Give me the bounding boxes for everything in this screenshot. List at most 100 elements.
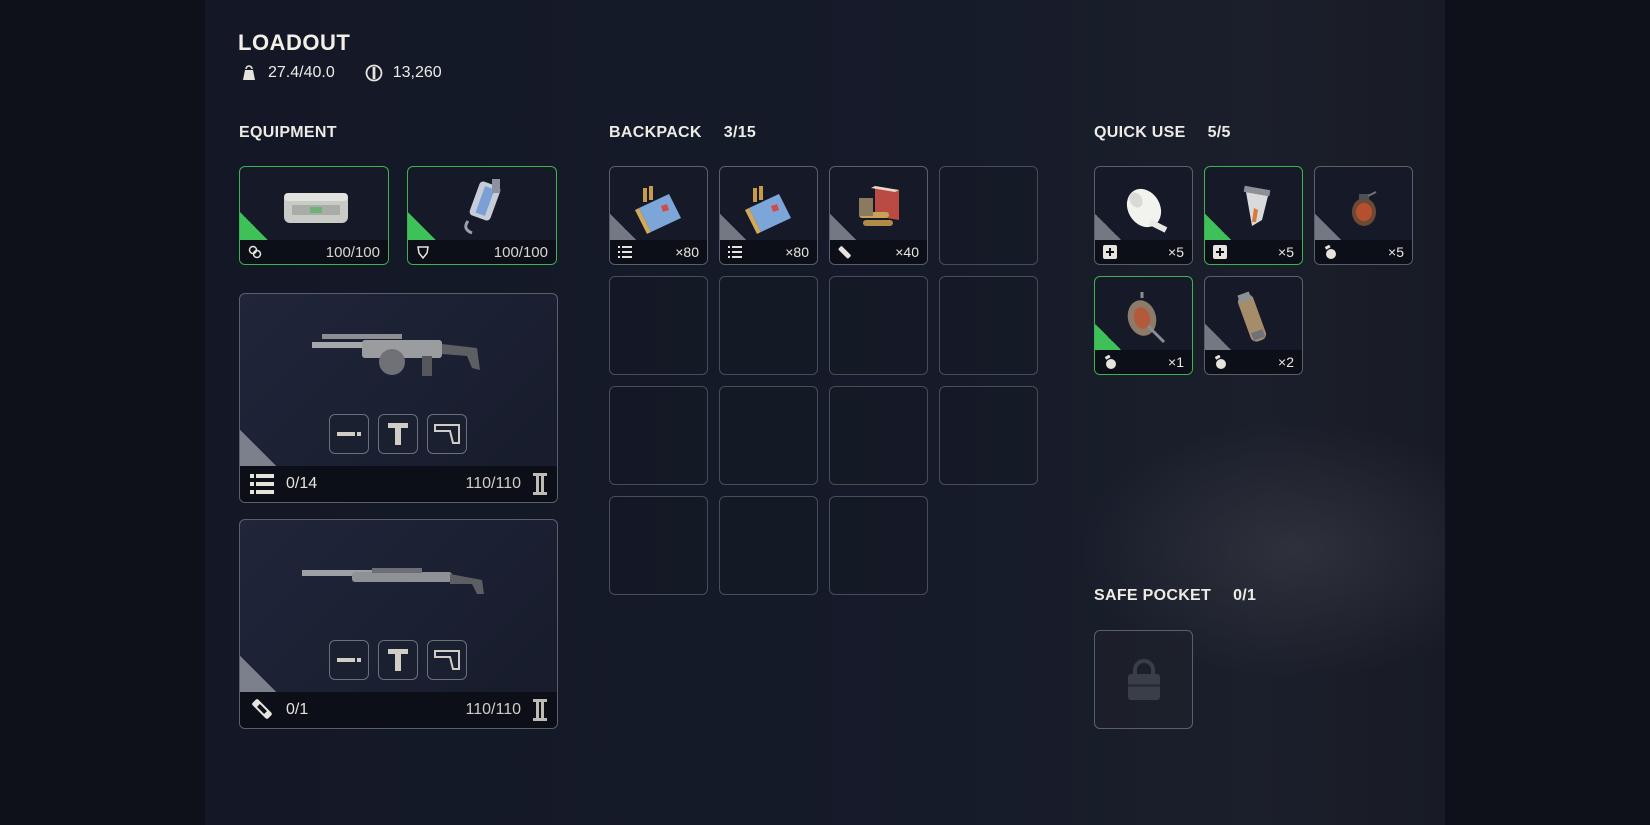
muzzle-icon	[337, 658, 361, 662]
stock-icon	[434, 424, 460, 444]
backpack-empty-slot[interactable]	[829, 496, 928, 595]
grenade-item-image	[1315, 175, 1412, 241]
shield-icon	[417, 246, 429, 259]
secondary-weapon-slot[interactable]: 0/1 110/110	[239, 519, 558, 729]
tier-icon	[533, 699, 547, 721]
backpack-slot-1[interactable]: ×80	[609, 166, 708, 265]
safe-pocket-heading: SAFE POCKET 0/1	[1094, 587, 1256, 605]
shield-slot[interactable]: 100/100	[407, 166, 557, 265]
quick-use-slot-2[interactable]: ×5	[1204, 166, 1303, 265]
quick-use-heading: QUICK USE 5/5	[1094, 124, 1231, 142]
backpack-empty-slot[interactable]	[829, 276, 928, 375]
muzzle-attachment-slot[interactable]	[329, 414, 369, 454]
muzzle-attachment-slot[interactable]	[329, 640, 369, 680]
backpack-slot-1-footer: ×80	[610, 240, 707, 264]
backpack-count: 3/15	[723, 124, 757, 141]
secondary-weapon-durability: 110/110	[465, 701, 521, 718]
backpack-empty-slot[interactable]	[939, 166, 1038, 265]
underbarrel-icon	[388, 423, 408, 445]
primary-weapon-slot[interactable]: 0/14 110/110	[239, 293, 558, 503]
equipment-heading: EQUIPMENT	[239, 124, 337, 141]
stock-attachment-slot[interactable]	[427, 640, 467, 680]
item-quantity: ×5	[1168, 244, 1184, 260]
secondary-weapon-footer: 0/1 110/110	[240, 692, 557, 728]
lock-icon	[1127, 658, 1160, 700]
light-ammo-item-image	[720, 175, 817, 241]
loadout-stats: 27.4/40.0 13,260	[240, 64, 442, 82]
backpack-slot-3-footer: ×40	[830, 240, 927, 264]
augment-slot[interactable]: 100/100	[239, 166, 389, 265]
weight-icon	[243, 65, 255, 80]
underbarrel-attachment-slot[interactable]	[378, 414, 418, 454]
grenade-icon	[1214, 355, 1226, 369]
launcher-ammo-icon	[252, 699, 272, 719]
rarity-corner	[240, 656, 276, 692]
tier-icon	[533, 473, 547, 495]
backpack-heading: BACKPACK 3/15	[609, 124, 756, 142]
item-quantity: ×80	[675, 244, 699, 260]
primary-weapon-footer: 0/14 110/110	[240, 466, 557, 502]
quick-use-slot-3[interactable]: ×5	[1314, 166, 1413, 265]
quick-use-label: QUICK USE	[1094, 124, 1186, 141]
launcher-ammo-item-image	[830, 175, 927, 241]
backpack-empty-slot[interactable]	[719, 496, 818, 595]
secondary-weapon-ammo: 0/1	[286, 701, 309, 718]
canister-item-image	[1205, 285, 1302, 351]
stim-item-image	[1205, 175, 1302, 241]
augment-icon	[248, 245, 262, 259]
augment-item-image	[284, 193, 348, 223]
item-quantity: ×2	[1278, 354, 1294, 370]
light-ammo-item-image	[610, 175, 707, 241]
underbarrel-attachment-slot[interactable]	[378, 640, 418, 680]
backpack-empty-slot[interactable]	[939, 386, 1038, 485]
backpack-slot-2[interactable]: ×80	[719, 166, 818, 265]
primary-weapon-durability: 110/110	[465, 475, 521, 492]
bandage-item-image	[1095, 175, 1192, 241]
backpack-empty-slot[interactable]	[719, 276, 818, 375]
backpack-slot-3[interactable]: ×40	[829, 166, 928, 265]
weight-value: 27.4/40.0	[268, 64, 335, 81]
backpack-empty-slot[interactable]	[609, 496, 708, 595]
backpack-empty-slot[interactable]	[829, 386, 928, 485]
safe-pocket-count: 0/1	[1233, 587, 1257, 604]
item-quantity: ×5	[1278, 244, 1294, 260]
quick-use-slot-4-footer: ×1	[1095, 350, 1192, 374]
grenade-icon	[1104, 355, 1116, 369]
backpack-empty-slot[interactable]	[719, 386, 818, 485]
quick-use-slot-5-footer: ×2	[1205, 350, 1302, 374]
quick-use-slot-5[interactable]: ×2	[1204, 276, 1303, 375]
safe-pocket-label: SAFE POCKET	[1094, 587, 1212, 604]
stock-icon	[434, 650, 460, 670]
item-quantity: ×5	[1388, 244, 1404, 260]
quick-use-slot-1[interactable]: ×5	[1094, 166, 1193, 265]
safe-pocket-slot[interactable]	[1094, 630, 1193, 729]
mine-item-image	[1095, 285, 1192, 351]
augment-durability: 100/100	[325, 243, 380, 261]
light-ammo-icon	[728, 246, 742, 258]
backpack-empty-slot[interactable]	[939, 276, 1038, 375]
rarity-corner	[408, 212, 436, 240]
secondary-weapon-image	[302, 568, 484, 594]
shield-durability: 100/100	[493, 243, 548, 261]
stock-attachment-slot[interactable]	[427, 414, 467, 454]
light-ammo-icon	[250, 474, 274, 494]
quick-use-slot-1-footer: ×5	[1095, 240, 1192, 264]
coin-icon	[365, 64, 383, 82]
page-title: LOADOUT	[238, 30, 351, 55]
backpack-slot-2-footer: ×80	[720, 240, 817, 264]
quick-use-slot-4[interactable]: ×1	[1094, 276, 1193, 375]
item-quantity: ×40	[895, 244, 919, 260]
rarity-corner	[240, 212, 268, 240]
backpack-empty-slot[interactable]	[609, 276, 708, 375]
quick-use-slot-3-footer: ×5	[1315, 240, 1412, 264]
muzzle-icon	[337, 432, 361, 436]
augment-footer: 100/100	[240, 240, 388, 264]
rarity-corner	[240, 430, 276, 466]
light-ammo-icon	[618, 246, 632, 258]
backpack-empty-slot[interactable]	[609, 386, 708, 485]
currency-value: 13,260	[392, 64, 442, 81]
quick-use-slot-2-footer: ×5	[1205, 240, 1302, 264]
grenade-icon	[1324, 245, 1336, 259]
shield-footer: 100/100	[408, 240, 556, 264]
shield-item-image	[464, 179, 501, 235]
